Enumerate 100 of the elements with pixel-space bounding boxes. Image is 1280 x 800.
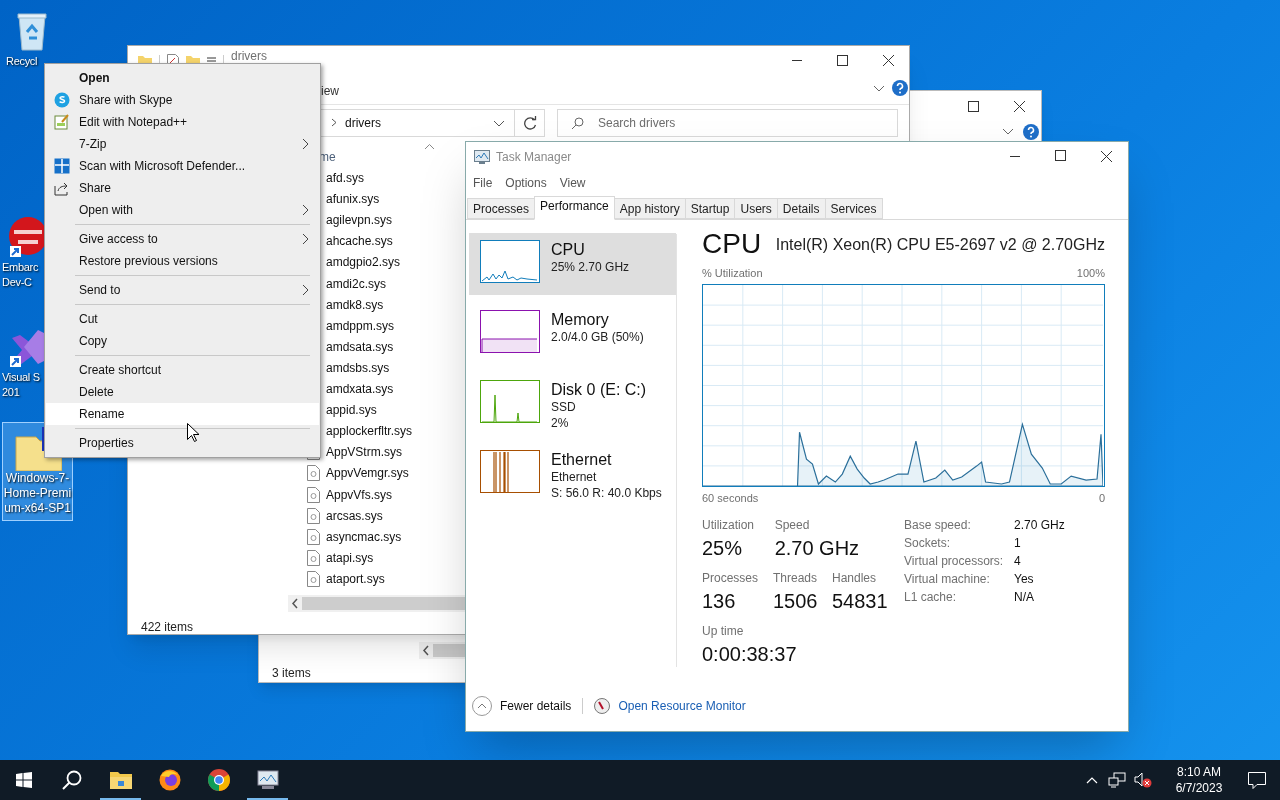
collapse-icon xyxy=(472,696,492,716)
refresh-icon[interactable] xyxy=(522,115,537,130)
tab[interactable]: Services xyxy=(824,198,883,219)
file-name[interactable]: AppvVfs.sys xyxy=(326,485,393,504)
fewer-details-button[interactable]: Fewer details xyxy=(472,696,572,716)
file-name[interactable]: appid.sys xyxy=(326,401,377,420)
close-button[interactable] xyxy=(882,54,895,67)
sort-up-icon xyxy=(425,144,434,149)
file-name[interactable]: AppVStrm.sys xyxy=(326,443,403,462)
chevron-right-icon xyxy=(302,284,309,296)
resource-detail: S: 56.0 R: 40.0 Kbps xyxy=(551,485,662,501)
resource-name: Ethernet xyxy=(551,450,613,469)
resource-item[interactable]: CPU 25% 2.70 GHz xyxy=(469,233,676,295)
chevron-right-icon xyxy=(302,204,309,216)
shield-icon xyxy=(54,158,70,174)
mouse-cursor-icon xyxy=(187,423,199,442)
spec-value: 1 xyxy=(1014,535,1021,552)
tab[interactable]: Details xyxy=(776,198,826,219)
resource-detail: 25% 2.70 GHz xyxy=(551,259,630,275)
file-name[interactable]: afd.sys xyxy=(326,169,364,187)
menu-item[interactable]: File xyxy=(473,174,493,192)
resource-name: Memory xyxy=(551,310,610,329)
menu-item[interactable]: Scan with Microsoft Defender... xyxy=(46,155,319,177)
file-name[interactable]: amdgpio2.sys xyxy=(326,253,401,272)
stat-label: Processes xyxy=(702,570,760,587)
spec-value: 2.70 GHz xyxy=(1014,517,1065,534)
file-name[interactable]: asyncmac.sys xyxy=(326,527,402,546)
file-name[interactable]: ataport.sys xyxy=(326,569,385,588)
menu-item[interactable]: Rename xyxy=(46,403,319,425)
resource-name: Disk 0 (E: C:) xyxy=(551,380,647,399)
expand-ribbon-icon[interactable] xyxy=(874,86,884,92)
file-icon xyxy=(307,465,320,482)
tab[interactable]: Startup xyxy=(684,198,736,219)
menu-item[interactable]: View xyxy=(559,174,586,192)
network-icon[interactable] xyxy=(1108,772,1126,788)
spec-label: Virtual processors: xyxy=(904,553,1005,570)
file-name[interactable]: amdsata.sys xyxy=(326,337,394,356)
file-name[interactable]: atapi.sys xyxy=(326,548,374,567)
browser-icon xyxy=(206,768,231,792)
graph-label: 60 seconds xyxy=(702,490,759,506)
stat-label: Utilization xyxy=(702,517,756,534)
search-icon[interactable] xyxy=(62,770,82,790)
maximize-button[interactable] xyxy=(967,101,980,113)
resource-detail: 2% xyxy=(551,415,570,431)
file-name[interactable]: amdsbs.sys xyxy=(326,358,390,377)
resource-detail: 2.0/4.0 GB (50%) xyxy=(551,329,644,345)
horizontal-scrollbar[interactable] xyxy=(288,595,468,612)
expand-ribbon-icon[interactable] xyxy=(1003,129,1013,135)
notifications-icon[interactable] xyxy=(1248,771,1266,789)
chevron-up-icon[interactable] xyxy=(1086,776,1098,784)
file-name[interactable]: amdk8.sys xyxy=(326,295,384,314)
menu-item[interactable]: Share xyxy=(46,177,319,199)
file-name[interactable]: applockerfltr.sys xyxy=(326,422,413,441)
graph-label: % Utilization xyxy=(702,266,763,281)
file-name[interactable]: amdppm.sys xyxy=(326,316,395,335)
ribbon-tab[interactable]: iew xyxy=(321,82,339,100)
volume-muted-icon[interactable] xyxy=(1134,772,1152,788)
file-name[interactable]: afunix.sys xyxy=(326,190,380,209)
gauge-icon xyxy=(594,698,611,714)
menu-item[interactable]: Share with Skype xyxy=(46,89,319,111)
file-name[interactable]: arcsas.sys xyxy=(326,506,383,525)
skype-icon xyxy=(54,92,70,108)
window-title: drivers xyxy=(231,49,267,63)
stat-label: Up time xyxy=(702,623,745,640)
file-name[interactable]: AppvVemgr.sys xyxy=(326,464,409,483)
customize-icon xyxy=(207,57,216,65)
maximize-button[interactable] xyxy=(1054,150,1067,162)
notepad-icon xyxy=(54,114,70,130)
file-name[interactable]: amdi2c.sys xyxy=(326,274,387,293)
tab[interactable]: App history xyxy=(613,198,686,219)
dropdown-icon[interactable] xyxy=(494,120,504,127)
help-icon[interactable] xyxy=(892,80,908,96)
chevron-right-icon xyxy=(302,138,309,150)
file-name[interactable]: agilevpn.sys xyxy=(326,211,393,230)
maximize-button[interactable] xyxy=(836,55,849,67)
close-button[interactable] xyxy=(1013,100,1026,113)
spec-value: Yes xyxy=(1014,571,1034,588)
spec-label: Virtual machine: xyxy=(904,571,991,588)
search-field[interactable]: Search drivers xyxy=(557,108,898,137)
clock[interactable]: 8:10 AM 6/7/2023 xyxy=(1164,764,1234,796)
tab[interactable]: Processes xyxy=(467,198,536,219)
icon-label: Windows-7- Home-Premi um-x64-SP1 xyxy=(2,471,73,517)
file-name[interactable]: ahcache.sys xyxy=(326,232,393,251)
browser-icon xyxy=(157,768,182,792)
spec-value: 4 xyxy=(1014,553,1021,570)
menu-item[interactable]: Options xyxy=(505,174,547,192)
spec-label: Base speed: xyxy=(904,517,972,534)
tab[interactable]: Users xyxy=(734,198,778,219)
close-button[interactable] xyxy=(1100,150,1113,163)
chevron-right-icon xyxy=(331,118,337,127)
resource-monitor-link[interactable]: Open Resource Monitor xyxy=(618,697,746,715)
tab[interactable]: Performance xyxy=(534,196,615,220)
help-icon[interactable] xyxy=(1023,124,1039,140)
stat-value: 25% xyxy=(702,536,744,561)
icon-label: Recycl xyxy=(5,54,39,69)
file-name[interactable]: amdxata.sys xyxy=(326,380,394,398)
start-button[interactable] xyxy=(16,772,32,788)
chevron-right-icon xyxy=(302,233,309,245)
graph-label: 0 xyxy=(1098,490,1105,506)
resource-detail: Ethernet xyxy=(551,469,598,485)
